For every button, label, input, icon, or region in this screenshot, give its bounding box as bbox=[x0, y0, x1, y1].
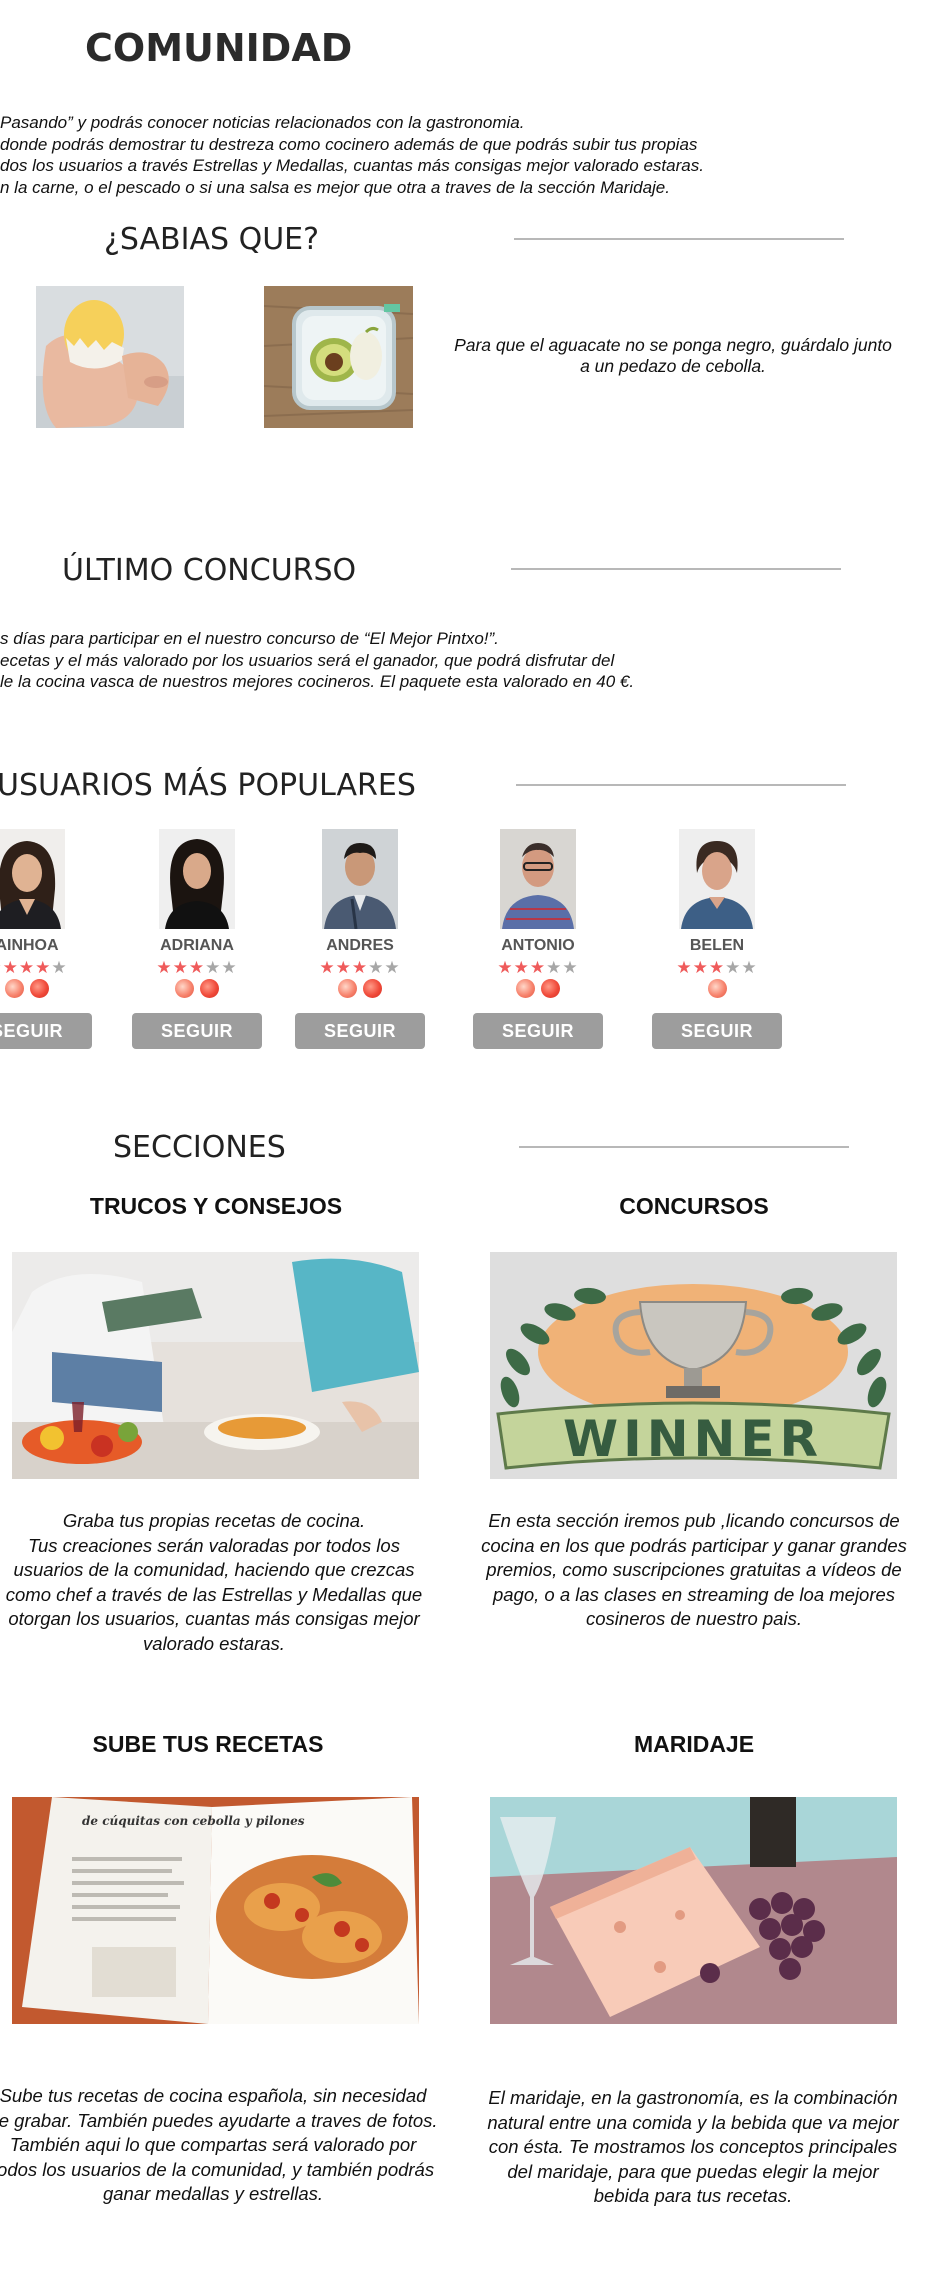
medal-icon bbox=[541, 979, 560, 998]
tricks-text: Graba tus propias recetas de cocina. Tus… bbox=[5, 1510, 423, 1654]
star-icon: ★ bbox=[18, 958, 36, 977]
follow-button[interactable]: SEGUIR bbox=[652, 1013, 782, 1049]
community-line: donde podrás demostrar tu destreza como … bbox=[0, 134, 698, 154]
pairing-text: El maridaje, en la gastronomía, es la co… bbox=[487, 2087, 899, 2206]
user-medals bbox=[127, 979, 267, 1001]
sections-title: SECCIONES bbox=[113, 1130, 286, 1165]
star-icon: ★ bbox=[692, 958, 709, 977]
contest-line: ecetas y el más valorado por los usuario… bbox=[0, 650, 615, 670]
community-title: COMUNIDAD bbox=[85, 26, 353, 70]
contests-photo[interactable]: WINNER bbox=[490, 1252, 897, 1479]
avatar bbox=[500, 829, 576, 929]
user-stars: ★★★★★ bbox=[647, 958, 787, 978]
tricks-photo[interactable] bbox=[12, 1252, 419, 1479]
tips-divider bbox=[514, 238, 844, 240]
community-line: n la carne, o el pescado o si una salsa … bbox=[0, 177, 670, 197]
recipe-book-heading: de cúquitas con cebolla y pilones bbox=[82, 1814, 305, 1828]
star-icon: ★ bbox=[51, 958, 68, 977]
star-icon: ★ bbox=[2, 958, 19, 977]
contest-divider bbox=[511, 568, 841, 570]
upload-title[interactable]: SUBE TUS RECETAS bbox=[4, 1731, 412, 1758]
star-icon: ★ bbox=[741, 958, 758, 977]
star-icon: ★ bbox=[156, 958, 173, 977]
star-icon: ★ bbox=[205, 958, 222, 977]
medal-icon bbox=[30, 979, 49, 998]
follow-button[interactable]: SEGUIR bbox=[473, 1013, 603, 1049]
star-icon: ★ bbox=[529, 958, 547, 977]
egg-photo bbox=[36, 286, 184, 428]
follow-button[interactable]: SEGUIR bbox=[295, 1013, 425, 1049]
user-card: ANTONIO ★★★★★ SEGUIR bbox=[468, 829, 608, 1049]
star-icon: ★ bbox=[221, 958, 238, 977]
star-icon: ★ bbox=[708, 958, 726, 977]
contest-line: le la cocina vasca de nuestros mejores c… bbox=[0, 672, 635, 691]
user-name: AINHOA bbox=[0, 937, 59, 954]
medal-icon bbox=[516, 979, 535, 998]
star-icon: ★ bbox=[319, 958, 336, 977]
user-stars: ★★★★★ bbox=[0, 958, 97, 978]
user-stars: ★★★★★ bbox=[290, 958, 430, 978]
avatar bbox=[322, 829, 398, 929]
avatar bbox=[679, 829, 755, 929]
community-intro: Pasando” y podrás conocer noticias relac… bbox=[0, 112, 928, 198]
star-icon: ★ bbox=[351, 958, 369, 977]
user-name: ANDRES bbox=[326, 937, 394, 954]
contest-line: s días para participar en el nuestro con… bbox=[0, 629, 499, 648]
medal-icon bbox=[175, 979, 194, 998]
user-stars: ★★★★★ bbox=[468, 958, 608, 978]
star-icon: ★ bbox=[546, 958, 563, 977]
user-medals bbox=[647, 979, 787, 1001]
star-icon: ★ bbox=[562, 958, 579, 977]
tips-title: ¿SABIAS QUE? bbox=[104, 222, 320, 257]
contest-text: s días para participar en el nuestro con… bbox=[0, 628, 928, 693]
tips-text: Para que el aguacate no se ponga negro, … bbox=[454, 335, 892, 376]
follow-button[interactable]: SEGUIR bbox=[132, 1013, 262, 1049]
popular-title: USUARIOS MÁS POPULARES bbox=[0, 768, 416, 803]
user-card: AINHOA ★★★★★ SEGUIR bbox=[0, 829, 97, 1049]
community-line: Pasando” y podrás conocer noticias relac… bbox=[0, 113, 525, 132]
star-icon: ★ bbox=[513, 958, 530, 977]
star-icon: ★ bbox=[335, 958, 352, 977]
medal-icon bbox=[707, 979, 727, 998]
contests-text: En esta sección iremos pub ,licando conc… bbox=[481, 1510, 907, 1629]
avatar bbox=[0, 829, 65, 929]
user-name: ANTONIO bbox=[501, 937, 575, 954]
star-icon: ★ bbox=[188, 958, 206, 977]
follow-button[interactable]: SEGUIR bbox=[0, 1013, 92, 1049]
contests-title[interactable]: CONCURSOS bbox=[490, 1193, 898, 1220]
star-icon: ★ bbox=[172, 958, 189, 977]
star-icon: ★ bbox=[676, 958, 693, 977]
avatar bbox=[159, 829, 235, 929]
user-stars: ★★★★★ bbox=[127, 958, 267, 978]
pairing-photo[interactable] bbox=[490, 1797, 897, 2024]
upload-text: Sube tus recetas de cocina española, sin… bbox=[0, 2085, 438, 2204]
winner-text: WINNER bbox=[563, 1410, 823, 1468]
medal-icon bbox=[338, 979, 357, 998]
star-icon: ★ bbox=[497, 958, 514, 977]
star-icon: ★ bbox=[35, 958, 52, 977]
user-card: BELEN ★★★★★ SEGUIR bbox=[647, 829, 787, 1049]
community-line: dos los usuarios a través Estrellas y Me… bbox=[0, 156, 704, 175]
star-icon: ★ bbox=[725, 958, 742, 977]
sections-divider bbox=[519, 1146, 849, 1148]
contest-title: ÚLTIMO CONCURSO bbox=[62, 553, 357, 588]
avocado-photo bbox=[264, 286, 413, 428]
pairing-title[interactable]: MARIDAJE bbox=[490, 1731, 898, 1758]
user-name: BELEN bbox=[689, 937, 745, 954]
medal-icon bbox=[5, 979, 24, 998]
medal-icon bbox=[363, 979, 382, 998]
user-card: ADRIANA ★★★★★ SEGUIR bbox=[127, 829, 267, 1049]
user-medals bbox=[0, 979, 97, 1001]
star-icon: ★ bbox=[368, 958, 385, 977]
user-card: ANDRES ★★★★★ SEGUIR bbox=[290, 829, 430, 1049]
popular-divider bbox=[516, 784, 846, 786]
user-name: ADRIANA bbox=[160, 937, 234, 954]
user-medals bbox=[290, 979, 430, 1001]
user-medals bbox=[468, 979, 608, 1001]
tricks-title[interactable]: TRUCOS Y CONSEJOS bbox=[12, 1193, 420, 1220]
star-icon: ★ bbox=[384, 958, 401, 977]
upload-photo[interactable]: de cúquitas con cebolla y pilones bbox=[12, 1797, 419, 2024]
medal-icon bbox=[200, 979, 219, 998]
